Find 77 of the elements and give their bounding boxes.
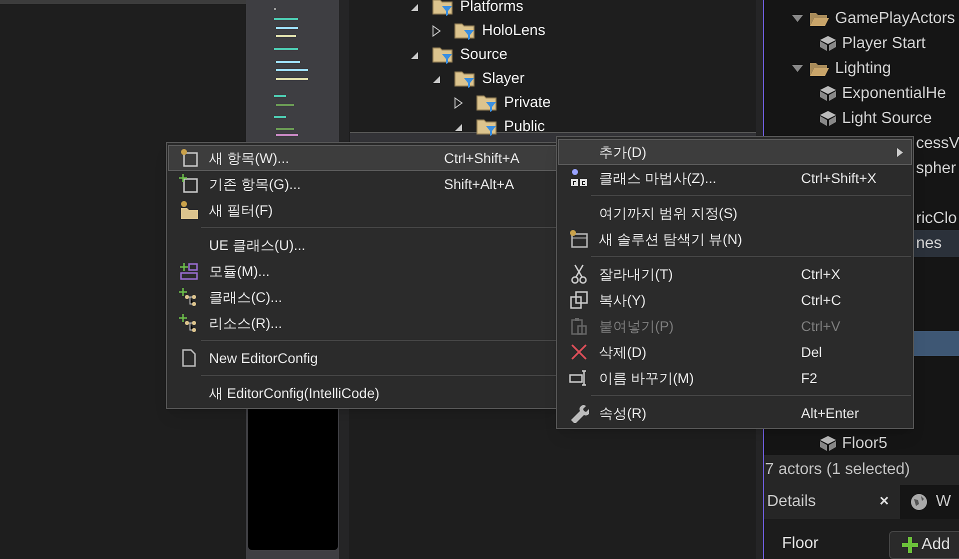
menu-item[interactable]: 이름 바꾸기(M) F2 [558, 365, 912, 391]
outliner-item-label: nes [916, 234, 942, 254]
class-wizard-icon [569, 168, 589, 188]
outliner-item-label: Player Start [842, 34, 926, 54]
actor-count-status: 7 actors (1 selected) [765, 460, 910, 480]
new-folder-icon [179, 200, 199, 220]
wrench-icon [569, 403, 589, 423]
outliner-row[interactable]: nes [914, 231, 959, 256]
filter-folder-icon [454, 69, 476, 89]
menu-item[interactable]: 여기까지 범위 지정(S) [558, 200, 912, 226]
outliner-row[interactable]: Lighting [764, 56, 959, 81]
tree-item[interactable]: Platforms [460, 0, 524, 18]
outliner-row[interactable]: Light Source [764, 106, 959, 131]
folder-icon [809, 60, 829, 76]
menu-item[interactable]: 모듈(M)... [168, 258, 557, 284]
tree-item[interactable]: Source [460, 44, 508, 66]
menu-item[interactable]: 새 EditorConfig(IntelliCode) [168, 380, 557, 406]
filter-folder-icon [476, 117, 498, 137]
outliner-item-label: GamePlayActors [835, 8, 956, 28]
actor-name: Floor [782, 534, 818, 554]
menu-item[interactable]: 새 솔루션 탐색기 뷰(N) [558, 226, 912, 252]
copy-icon [569, 290, 589, 310]
details-tab[interactable]: Details × [764, 485, 900, 519]
collapsed-arrow-icon[interactable] [430, 25, 442, 37]
menu-item[interactable]: 잘라내기(T) Ctrl+X [558, 261, 912, 287]
tree-item[interactable]: Private [504, 92, 551, 114]
class-icon [179, 313, 199, 333]
tree-item[interactable]: Public [504, 116, 545, 138]
outliner-item-label: Light Source [842, 108, 932, 128]
tree-item[interactable]: Slayer [482, 68, 525, 90]
new-item-icon [179, 148, 199, 168]
outliner-row[interactable]: Floor5 [764, 431, 959, 456]
outliner-row[interactable]: Player Start [764, 31, 959, 56]
outliner-row[interactable]: ExponentialHe [764, 81, 959, 106]
submenu-arrow-icon [897, 148, 903, 156]
details-tab[interactable]: W [902, 485, 959, 519]
class-icon [179, 287, 199, 307]
globe-icon [910, 493, 928, 511]
paste-icon [569, 316, 589, 336]
expanded-arrow-icon[interactable] [792, 65, 803, 72]
delete-icon [569, 342, 589, 362]
folder-icon [809, 10, 829, 26]
outliner-item-label: ExponentialHe [842, 84, 946, 104]
menu-item[interactable]: 새 항목(W)... Ctrl+Shift+A [168, 145, 557, 171]
actor-icon [820, 111, 836, 126]
menu-item[interactable]: 복사(Y) Ctrl+C [558, 287, 912, 313]
menu-item[interactable]: 속성(R) Alt+Enter [558, 400, 912, 426]
tree-item[interactable]: HoloLens [482, 20, 546, 42]
menu-item[interactable]: 추가(D) [558, 139, 912, 165]
outliner-item-label: Floor5 [842, 434, 888, 454]
menu-item[interactable]: 클래스(C)... [168, 284, 557, 310]
menu-item[interactable]: New EditorConfig [168, 345, 557, 371]
window-icon [569, 229, 589, 249]
menu-item[interactable]: UE 클래스(U)... [168, 232, 557, 258]
collapsed-arrow-icon[interactable] [452, 97, 464, 109]
filter-folder-icon [454, 21, 476, 41]
rename-icon [569, 368, 589, 388]
menu-item[interactable]: 클래스 마법사(Z)... Ctrl+Shift+X [558, 165, 912, 191]
actor-icon [820, 436, 836, 451]
actor-icon [820, 86, 836, 101]
add-item-icon [179, 174, 199, 194]
actor-icon [820, 36, 836, 51]
menu-item[interactable]: 기존 항목(G)... Shift+Alt+A [168, 171, 557, 197]
plus-icon [902, 537, 918, 553]
close-button[interactable]: × [880, 490, 889, 514]
module-icon [179, 261, 199, 281]
menu-item[interactable]: 리소스(R)... [168, 310, 557, 336]
cut-icon [569, 264, 589, 284]
filter-folder-icon [432, 45, 454, 65]
menu-item[interactable]: 새 필터(F) [168, 197, 557, 223]
expanded-arrow-icon[interactable] [792, 15, 803, 22]
filter-folder-icon [432, 0, 454, 17]
filter-folder-icon [476, 93, 498, 113]
outliner-item-label: Lighting [835, 58, 892, 78]
menu-item[interactable]: 삭제(D) Del [558, 339, 912, 365]
add-button[interactable]: Add [888, 531, 959, 559]
outliner-row[interactable]: GamePlayActors [764, 6, 959, 31]
